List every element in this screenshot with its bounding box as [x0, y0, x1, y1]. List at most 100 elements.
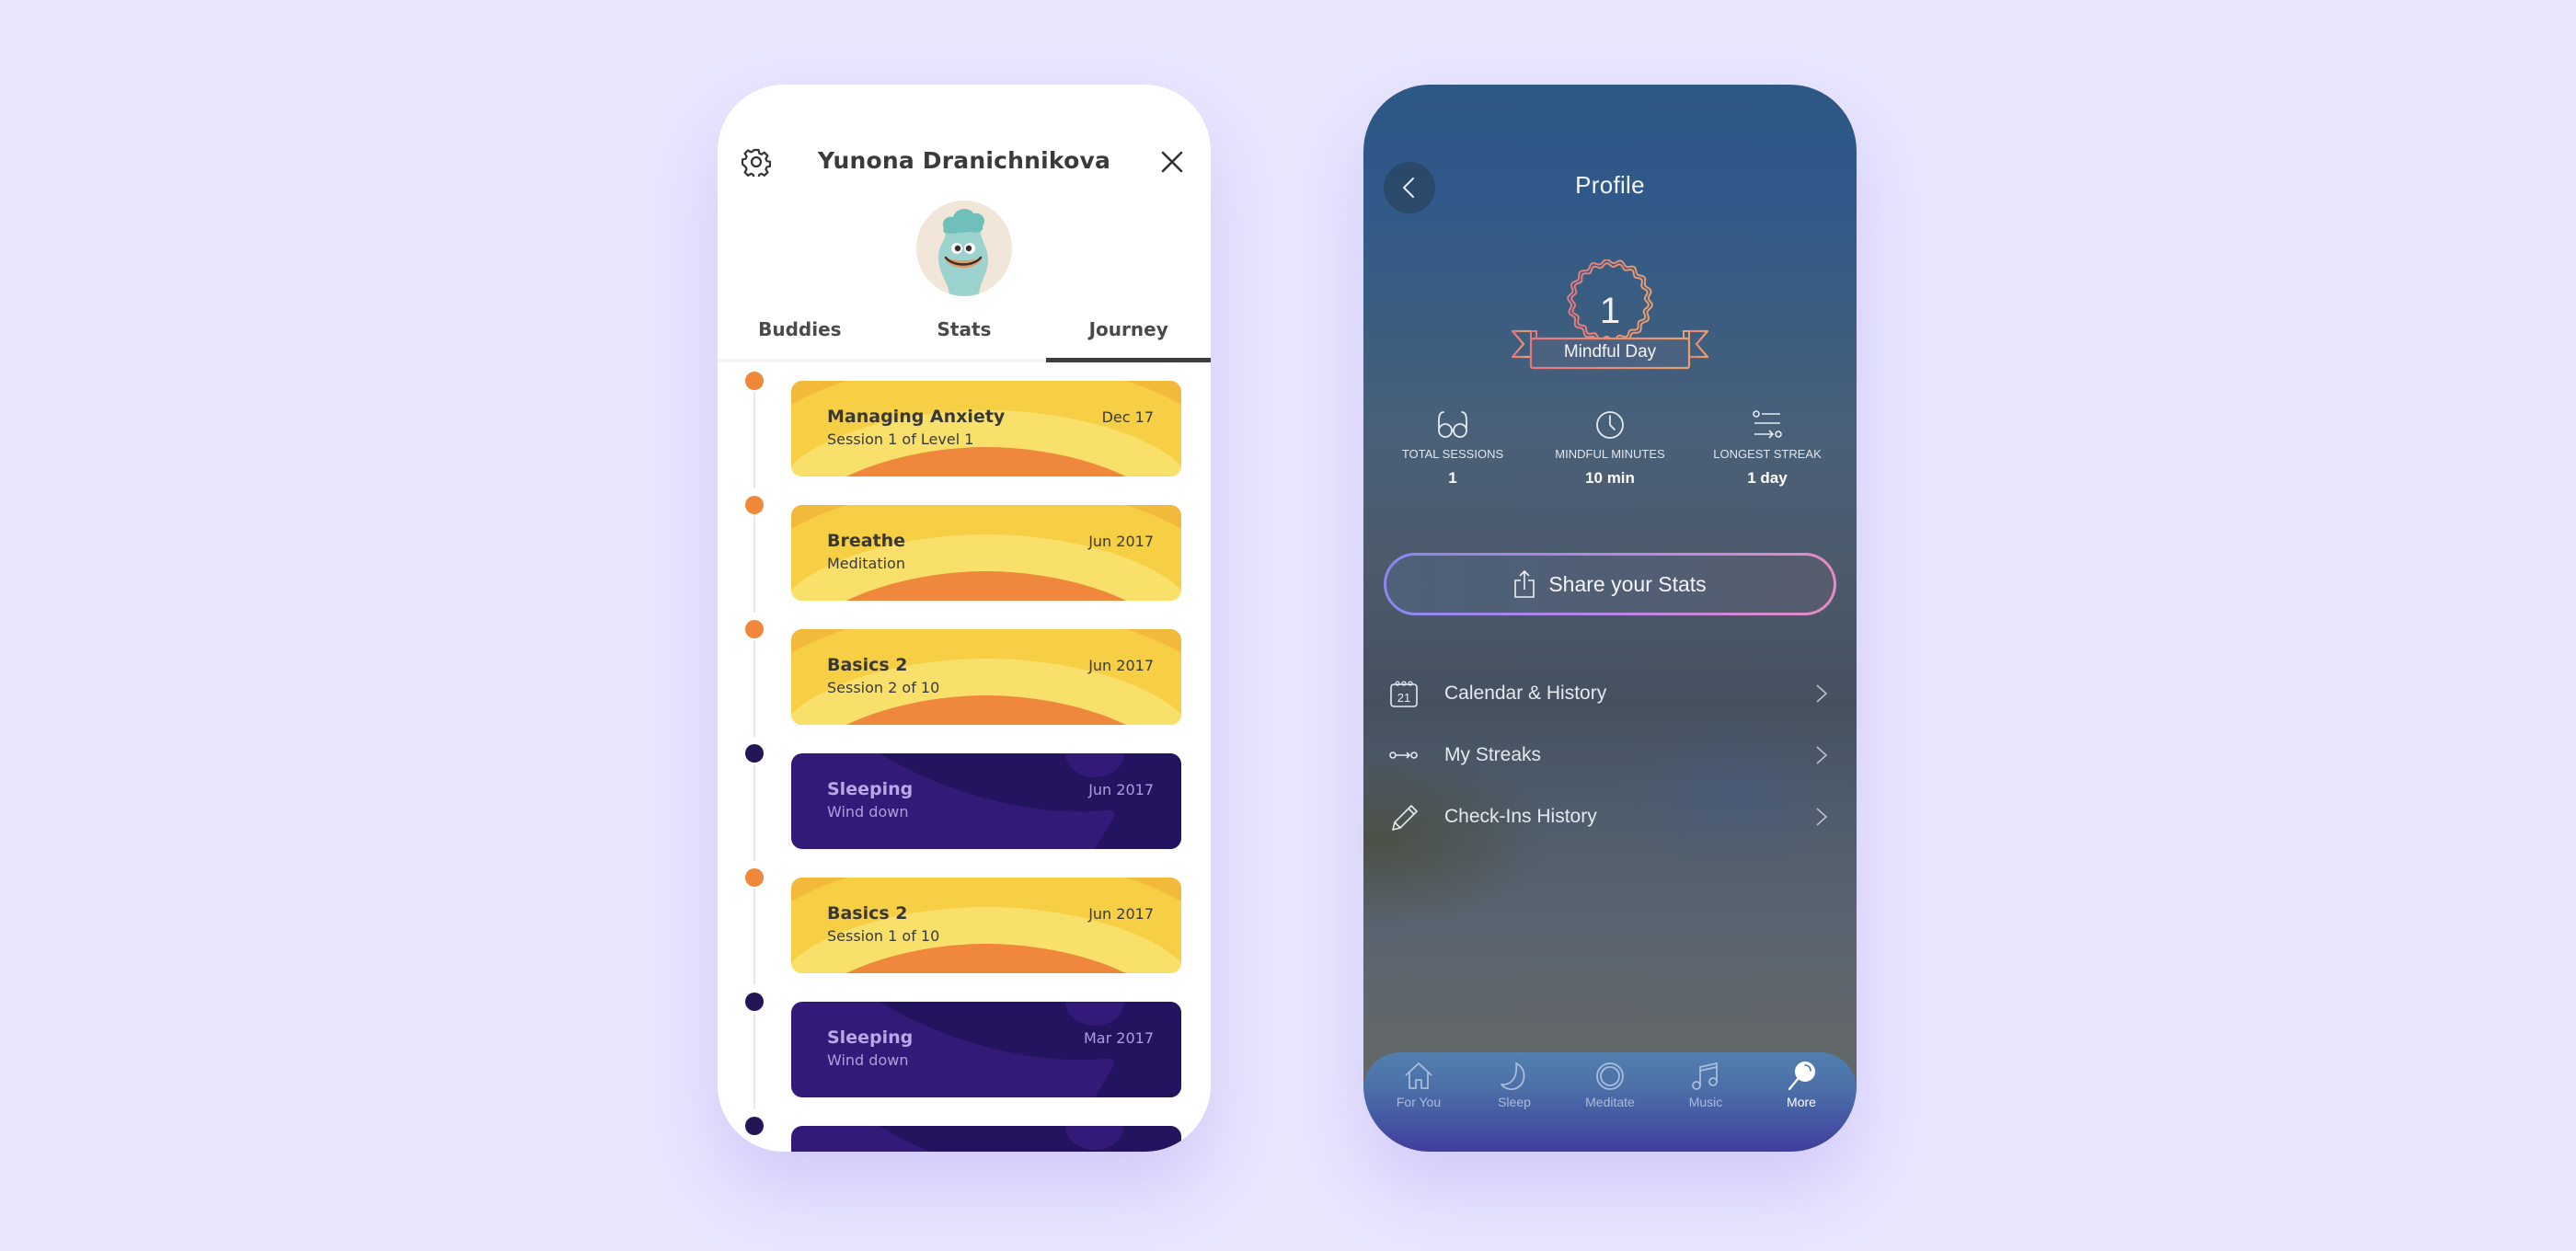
sunrise-artwork [791, 878, 1181, 973]
card-date: Jun 2017 [1088, 533, 1154, 550]
menu-item-my-streaks[interactable]: My Streaks [1363, 724, 1857, 786]
profile-tabs: Buddies Stats Journey [718, 315, 1211, 362]
timeline-dot [745, 993, 764, 1011]
card-date: Jun 2017 [1088, 657, 1154, 674]
stat-value: 1 [1448, 469, 1457, 487]
profile-menu: 21 Calendar & History My Streaks Check-I… [1363, 662, 1857, 847]
music-note-icon [1692, 1062, 1718, 1090]
journey-item: Breathe Meditation Jun 2017 [718, 492, 1211, 616]
mindful-day-count: 1 [1599, 291, 1621, 331]
pencil-icon [1392, 804, 1418, 831]
menu-label: Check-Ins History [1444, 805, 1597, 827]
timeline-dot [745, 496, 764, 514]
close-icon[interactable] [1159, 149, 1185, 175]
journey-card[interactable]: Basics 2 Session 1 of 10 Jun 2017 [791, 878, 1181, 973]
journey-item: Sleeping Wind down Mar 2017 [718, 989, 1211, 1113]
journey-item [718, 1113, 1211, 1152]
card-subtitle: Session 1 of 10 [827, 927, 940, 945]
tab-label: Meditate [1585, 1095, 1635, 1109]
blob-character-icon [938, 209, 988, 296]
timeline-dot [745, 1117, 764, 1135]
card-subtitle: Session 1 of Level 1 [827, 430, 974, 448]
card-title: Managing Anxiety [827, 407, 1006, 427]
stat-mindful-minutes: MINDFUL MINUTES 10 min [1541, 408, 1679, 500]
card-title: Basics 2 [827, 903, 908, 924]
tab-label: Sleep [1498, 1095, 1531, 1109]
journey-card[interactable]: Basics 2 Session 2 of 10 Jun 2017 [791, 629, 1181, 725]
menu-item-check-ins-history[interactable]: Check-Ins History [1363, 786, 1857, 847]
profile-header: Yunona Dranichnikova [718, 85, 1211, 213]
night-artwork [791, 1002, 1181, 1097]
avatar[interactable] [916, 201, 1012, 296]
timeline-dot [745, 372, 764, 390]
tab-stats[interactable]: Stats [882, 315, 1047, 359]
moon-icon [1501, 1062, 1525, 1091]
timeline-dot [745, 744, 764, 763]
journey-card[interactable]: Sleeping Wind down Mar 2017 [791, 1002, 1181, 1097]
chevron-right-icon [1816, 684, 1828, 703]
journey-card[interactable]: Sleeping Wind down Jun 2017 [791, 753, 1181, 849]
tab-more[interactable]: More [1755, 1052, 1847, 1152]
streak-icon [1753, 410, 1782, 439]
stat-longest-streak: LONGEST STREAK 1 day [1698, 408, 1836, 500]
card-date: Jun 2017 [1088, 781, 1154, 798]
stat-value: 1 day [1747, 469, 1788, 487]
night-artwork [791, 1126, 1181, 1152]
card-title: Sleeping [827, 779, 914, 799]
tab-sleep[interactable]: Sleep [1468, 1052, 1560, 1152]
tab-for-you[interactable]: For You [1373, 1052, 1465, 1152]
journey-timeline: Managing Anxiety Session 1 of Level 1 Dec … [718, 366, 1211, 1152]
share-icon [1514, 569, 1535, 598]
glasses-icon [1438, 411, 1467, 438]
journey-item: Sleeping Wind down Jun 2017 [718, 740, 1211, 865]
card-subtitle: Meditation [827, 555, 905, 572]
bottom-tab-bar: For You Sleep Meditate Music More [1363, 1052, 1857, 1152]
timeline-dot [745, 620, 764, 638]
stat-value: 10 min [1585, 469, 1635, 487]
stats-row: TOTAL SESSIONS 1 MINDFUL MINUTES 10 min … [1363, 408, 1857, 500]
journey-item: Basics 2 Session 2 of 10 Jun 2017 [718, 616, 1211, 740]
tab-journey[interactable]: Journey [1046, 315, 1211, 362]
card-subtitle: Wind down [827, 1051, 909, 1069]
mindful-day-label: Mindful Day [1563, 342, 1657, 362]
menu-label: My Streaks [1444, 743, 1542, 765]
share-stats-button[interactable]: Share your Stats [1384, 553, 1836, 615]
journey-card[interactable] [791, 1126, 1181, 1152]
menu-item-calendar-history[interactable]: 21 Calendar & History [1363, 662, 1857, 724]
tab-buddies[interactable]: Buddies [718, 315, 882, 359]
chevron-right-icon [1816, 808, 1828, 826]
page-title: Profile [1575, 171, 1645, 199]
sunrise-artwork [791, 381, 1181, 476]
sunrise-artwork [791, 505, 1181, 601]
card-date: Mar 2017 [1084, 1029, 1154, 1047]
meditate-ring-icon [1596, 1062, 1624, 1090]
journey-item: Managing Anxiety Session 1 of Level 1 Dec … [718, 368, 1211, 492]
tab-label: Music [1688, 1095, 1723, 1109]
timeline-dot [745, 868, 764, 887]
share-stats-button-inner: Share your Stats [1386, 556, 1834, 613]
clock-icon [1596, 411, 1624, 439]
tab-music[interactable]: Music [1660, 1052, 1752, 1152]
chevron-right-icon [1816, 746, 1828, 764]
card-subtitle: Session 2 of 10 [827, 679, 940, 696]
profile-name: Yunona Dranichnikova [817, 147, 1111, 174]
card-title: Basics 2 [827, 655, 908, 675]
calendar-day: 21 [1397, 691, 1410, 705]
card-title: Sleeping [827, 1027, 914, 1048]
tab-label: For You [1396, 1095, 1442, 1109]
journey-card[interactable]: Breathe Meditation Jun 2017 [791, 505, 1181, 601]
stat-total-sessions: TOTAL SESSIONS 1 [1384, 408, 1522, 500]
sunrise-artwork [791, 629, 1181, 725]
more-lollipop-icon [1788, 1062, 1815, 1091]
journey-card[interactable]: Managing Anxiety Session 1 of Level 1 Dec … [791, 381, 1181, 476]
tab-label: More [1787, 1095, 1816, 1109]
calendar-icon: 21 [1390, 680, 1418, 707]
tab-meditate[interactable]: Meditate [1564, 1052, 1656, 1152]
profile-phone-screen: Profile 1 Mindful Day TOTAL SESSIONS 1 M… [1363, 85, 1857, 1152]
card-date: Dec 17 [1101, 408, 1154, 426]
share-stats-label: Share your Stats [1548, 571, 1707, 596]
card-title: Breathe [827, 531, 906, 551]
journey-item: Basics 2 Session 1 of 10 Jun 2017 [718, 865, 1211, 989]
card-date: Jun 2017 [1088, 905, 1154, 923]
home-icon [1405, 1062, 1432, 1089]
